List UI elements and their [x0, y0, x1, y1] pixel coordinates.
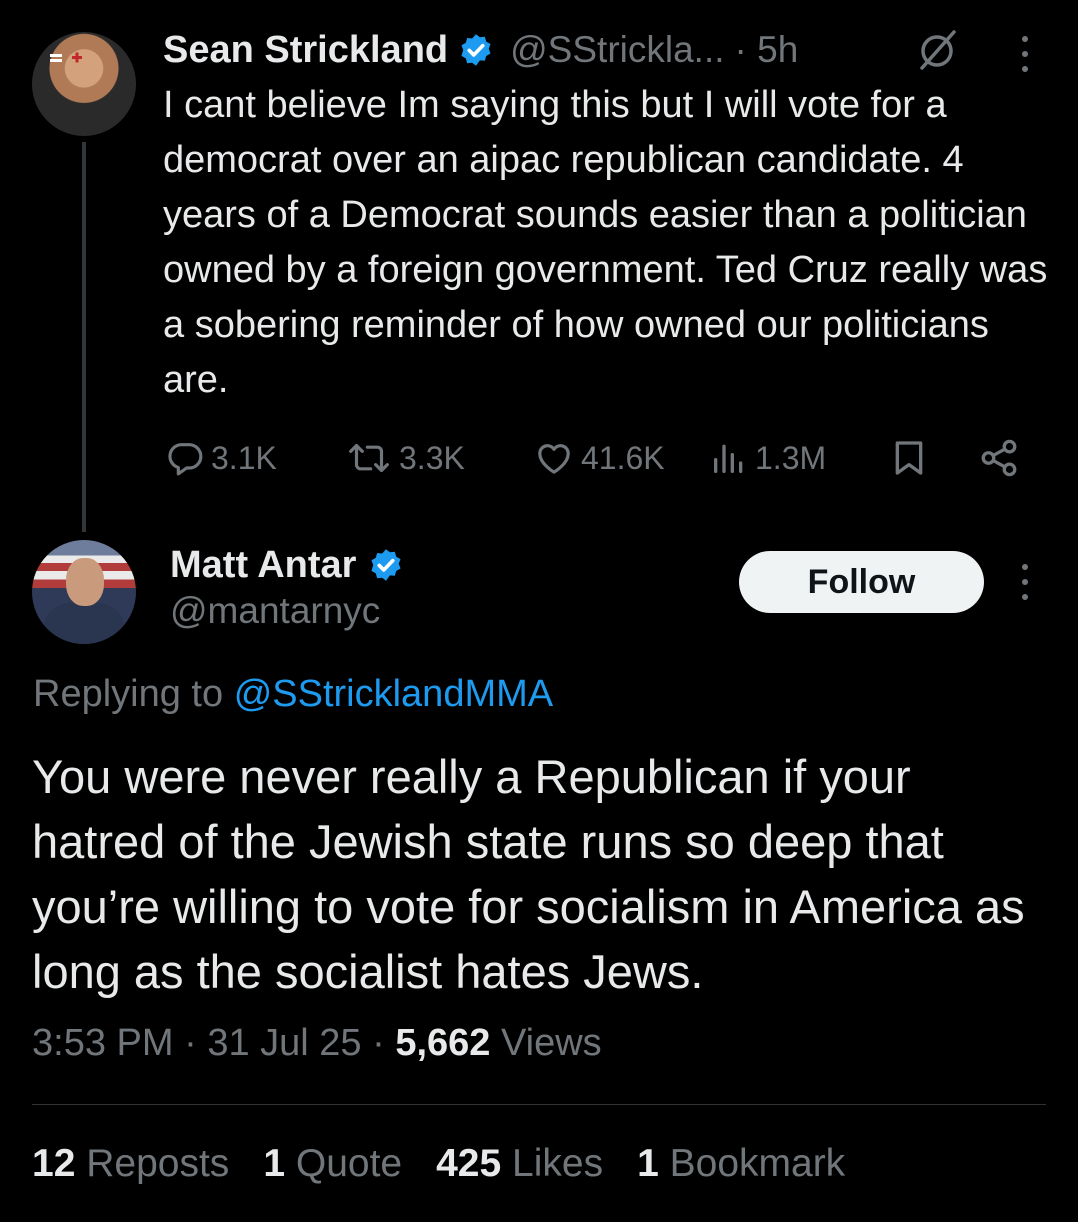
avatar-sean-strickland[interactable] [32, 32, 136, 136]
ufc-logo-icon [50, 52, 82, 63]
divider [32, 1104, 1046, 1105]
quotes-count: 1 [263, 1142, 286, 1185]
bookmarks-label: Bookmark [669, 1142, 846, 1185]
grok-icon[interactable] [912, 28, 962, 74]
like-button[interactable]: 41.6K [533, 430, 665, 486]
tweet-metadata: 3:53 PM · 31 Jul 25 · 5,662 Views [32, 1022, 602, 1065]
separator: · [184, 1022, 197, 1064]
tweet-actions-bar: 3.1K 3.3K 41.6K 1.3M [165, 430, 1035, 486]
reposts-label: Reposts [86, 1142, 230, 1185]
tweet-time[interactable]: 3:53 PM [32, 1022, 174, 1064]
quotes-stat[interactable]: 1 Quote [263, 1142, 402, 1186]
main-tweet-text: You were never really a Republican if yo… [32, 750, 1025, 998]
reposts-stat[interactable]: 12 Reposts [32, 1142, 229, 1186]
author-name[interactable]: Sean Strickland [163, 29, 448, 72]
engagement-stats: 12 Reposts 1 Quote 425 Likes 1 Bookmark [32, 1142, 845, 1186]
views-button[interactable]: 1.3M [709, 430, 826, 486]
views-count: 1.3M [755, 439, 827, 476]
likes-stat[interactable]: 425 Likes [436, 1142, 603, 1186]
bookmarks-stat[interactable]: 1 Bookmark [637, 1142, 845, 1186]
tweet-date[interactable]: 31 Jul 25 [207, 1022, 361, 1064]
separator: · [372, 1022, 385, 1064]
reply-count: 3.1K [211, 439, 277, 476]
author-name[interactable]: Matt Antar [170, 544, 356, 587]
verified-badge-icon [371, 549, 402, 581]
views-icon [714, 444, 743, 473]
like-count: 41.6K [581, 439, 665, 476]
views-count: 5,662 [395, 1022, 491, 1064]
avatar-face [66, 558, 104, 606]
bookmarks-count: 1 [637, 1142, 659, 1185]
share-button[interactable] [977, 430, 1021, 486]
tweet-time[interactable]: · 5h [735, 29, 799, 71]
replying-to: Replying to @SStricklandMMA [33, 673, 553, 716]
reposts-count: 12 [32, 1142, 76, 1185]
avatar-matt-antar[interactable] [32, 540, 136, 644]
parent-tweet-header: Sean Strickland @SStrickla... · 5h [163, 26, 798, 74]
parent-tweet-text: I cant believe Im saying this but I will… [163, 84, 1048, 401]
likes-label: Likes [512, 1142, 604, 1185]
author-handle[interactable]: @SStrickla... [510, 29, 724, 71]
heart-icon [538, 444, 570, 474]
bookmark-icon [895, 441, 923, 475]
follow-button[interactable]: Follow [739, 551, 984, 613]
more-icon[interactable] [1014, 36, 1036, 72]
share-icon [981, 439, 1017, 477]
thread-line [82, 142, 86, 532]
quotes-label: Quote [295, 1142, 403, 1185]
repost-icon [349, 443, 389, 473]
views-label: Views [500, 1022, 602, 1064]
reply-button[interactable]: 3.1K [165, 430, 277, 486]
bookmark-button[interactable] [889, 430, 929, 486]
author-handle[interactable]: @mantarnyc [170, 590, 380, 632]
replying-to-link[interactable]: @SStricklandMMA [234, 673, 553, 715]
main-tweet-author-row: Matt Antar [170, 540, 404, 590]
more-icon[interactable] [1014, 564, 1036, 600]
likes-count: 425 [436, 1142, 502, 1185]
replying-prefix: Replying to [33, 673, 224, 715]
avatar-figure [44, 602, 124, 644]
repost-button[interactable]: 3.3K [345, 430, 465, 486]
repost-count: 3.3K [399, 439, 465, 476]
verified-badge-icon [461, 34, 491, 66]
reply-icon [168, 443, 203, 476]
